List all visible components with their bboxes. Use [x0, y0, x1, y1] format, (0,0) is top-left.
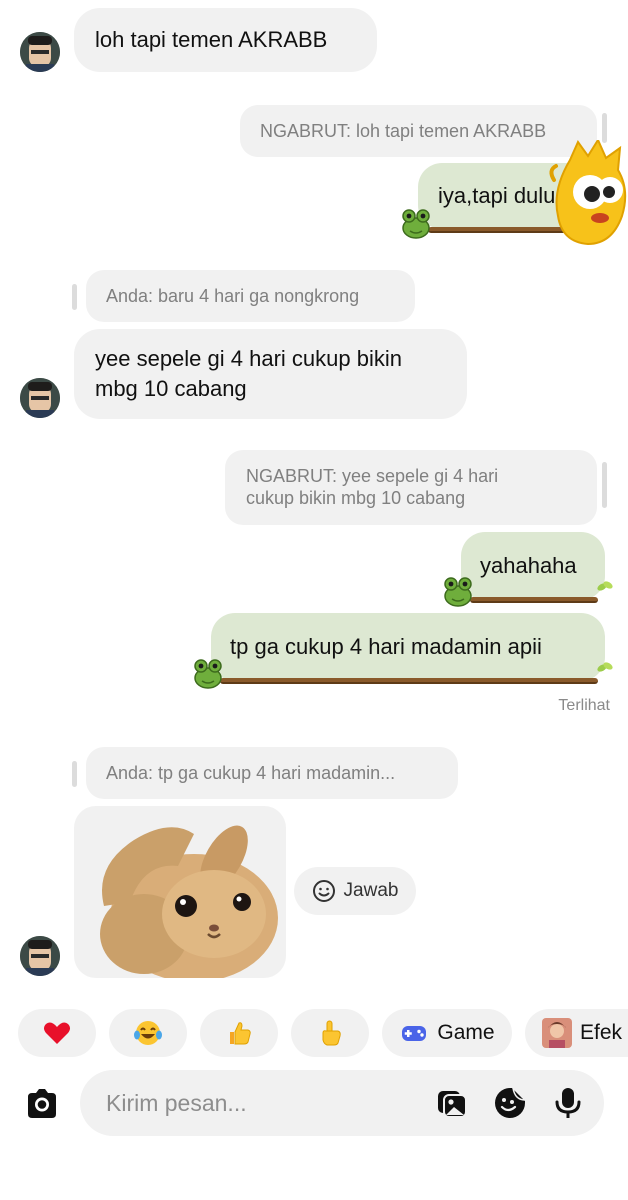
- message-text-line: yee sepele gi 4 hari cukup bikin: [95, 346, 402, 371]
- reaction-heart-button[interactable]: [18, 1009, 96, 1057]
- vine-decoration: [220, 678, 598, 684]
- reply-indicator-bar: [602, 113, 607, 143]
- gamepad-icon: [402, 1026, 427, 1041]
- reply-reference-text-line: cukup bikin mbg 10 cabang: [246, 488, 466, 508]
- mascot-sticker-icon: [549, 140, 627, 246]
- smiley-icon: [312, 880, 335, 902]
- reply-reference[interactable]: NGABRUT: yee sepele gi 4 hari cukup biki…: [225, 450, 597, 525]
- reply-reference[interactable]: Anda: baru 4 hari ga nongkrong: [86, 270, 415, 322]
- outgoing-message-bubble[interactable]: tp ga cukup 4 hari madamin apii: [211, 613, 605, 681]
- message-input[interactable]: [106, 1087, 426, 1119]
- reaction-laugh-button[interactable]: [109, 1009, 187, 1057]
- pointing-hand-icon: [322, 1020, 341, 1046]
- avatar-photo-icon: [20, 936, 60, 976]
- quick-reaction-bar: Game Efek: [0, 1009, 628, 1057]
- message-input-pill: [80, 1070, 604, 1136]
- frog-icon: [402, 209, 430, 239]
- reply-reference-text-line: NGABRUT: yee sepele gi 4 hari: [246, 466, 499, 486]
- contact-avatar[interactable]: [20, 378, 60, 418]
- crying-bunny-sticker-icon: [100, 825, 278, 978]
- reaction-point-button[interactable]: [291, 1009, 369, 1057]
- message-text: yahahaha: [480, 553, 577, 578]
- incoming-message-bubble[interactable]: yee sepele gi 4 hari cukup bikin mbg 10 …: [74, 329, 467, 419]
- game-button[interactable]: Game: [382, 1009, 512, 1057]
- game-button-label: Game: [437, 1021, 495, 1044]
- effect-thumbnail-icon: [542, 1018, 572, 1048]
- reply-reference-text: NGABRUT: loh tapi temen AKRABB: [260, 121, 547, 141]
- reply-reference-text: Anda: tp ga cukup 4 hari madamin...: [106, 763, 396, 783]
- frog-icon: [444, 577, 472, 607]
- contact-avatar[interactable]: [20, 936, 60, 976]
- microphone-icon[interactable]: [550, 1085, 586, 1121]
- reply-reference[interactable]: NGABRUT: loh tapi temen AKRABB: [240, 105, 597, 157]
- effect-button[interactable]: Efek: [525, 1009, 628, 1057]
- tears-of-joy-icon: [134, 1021, 162, 1045]
- message-composer: [0, 1070, 628, 1136]
- reply-button-label: Jawab: [343, 880, 399, 901]
- sticker-icon[interactable]: [492, 1085, 528, 1121]
- incoming-message-bubble[interactable]: loh tapi temen AKRABB: [74, 8, 377, 72]
- gallery-icon[interactable]: [434, 1085, 470, 1121]
- avatar-photo-icon: [20, 378, 60, 418]
- effect-button-label: Efek: [580, 1021, 623, 1044]
- message-text: iya,tapi dulu: [438, 183, 556, 208]
- reaction-thumbs-up-button[interactable]: [200, 1009, 278, 1057]
- avatar-photo-icon: [20, 32, 60, 72]
- sprout-icon: [597, 581, 613, 591]
- reply-indicator-bar: [602, 462, 607, 508]
- red-heart-icon: [44, 1022, 70, 1044]
- message-text: tp ga cukup 4 hari madamin apii: [230, 634, 542, 659]
- seen-status: Terlihat: [558, 697, 610, 714]
- reply-reference[interactable]: Anda: tp ga cukup 4 hari madamin...: [86, 747, 458, 799]
- message-text: loh tapi temen AKRABB: [95, 27, 328, 52]
- reply-button[interactable]: Jawab: [294, 867, 416, 915]
- thumbs-up-icon: [230, 1022, 251, 1045]
- contact-avatar[interactable]: [20, 32, 60, 72]
- sprout-icon: [597, 662, 613, 672]
- message-text-line: mbg 10 cabang: [95, 376, 247, 401]
- outgoing-message-bubble[interactable]: yahahaha: [461, 532, 605, 600]
- reply-reference-text: Anda: baru 4 hari ga nongkrong: [106, 286, 360, 306]
- vine-decoration: [470, 597, 598, 603]
- reply-indicator-bar: [72, 284, 77, 310]
- camera-icon[interactable]: [22, 1084, 62, 1124]
- sticker-message[interactable]: [74, 806, 286, 978]
- frog-icon: [194, 659, 222, 689]
- reply-indicator-bar: [72, 761, 77, 787]
